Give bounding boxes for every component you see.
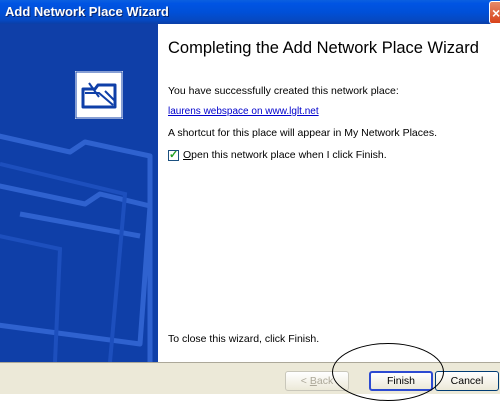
wizard-side-panel: [0, 24, 158, 362]
back-rest: ack: [316, 375, 334, 387]
open-place-checkbox-row[interactable]: ✓ Open this network place when I click F…: [168, 149, 387, 161]
open-place-checkbox-label[interactable]: Open this network place when I click Fin…: [183, 149, 387, 161]
wizard-heading: Completing the Add Network Place Wizard: [168, 39, 479, 57]
network-folder-icon: [74, 70, 124, 120]
back-button[interactable]: < Back: [285, 371, 349, 391]
network-place-link[interactable]: laurens webspace on www.lglt.net: [168, 106, 319, 117]
close-button[interactable]: ×: [489, 1, 500, 24]
open-place-checkbox[interactable]: ✓: [168, 148, 179, 161]
wizard-content-panel: [158, 24, 500, 362]
close-instruction: To close this wizard, click Finish.: [168, 333, 320, 345]
checkbox-mnemonic: O: [183, 149, 192, 161]
shortcut-message: A shortcut for this place will appear in…: [168, 127, 438, 139]
title-bar: Add Network Place Wizard ×: [0, 0, 500, 24]
success-message: You have successfully created this netwo…: [168, 85, 399, 97]
checkmark-icon: ✓: [169, 148, 179, 161]
button-bar: < Back Finish Cancel: [0, 362, 500, 394]
cancel-button[interactable]: Cancel: [435, 371, 499, 391]
back-prefix: <: [300, 375, 310, 387]
back-mnemonic: B: [309, 375, 317, 387]
close-icon: ×: [492, 5, 500, 21]
window-title: Add Network Place Wizard: [5, 4, 169, 19]
finish-button[interactable]: Finish: [369, 371, 433, 391]
checkbox-label-text: pen this network place when I click Fini…: [191, 149, 387, 161]
